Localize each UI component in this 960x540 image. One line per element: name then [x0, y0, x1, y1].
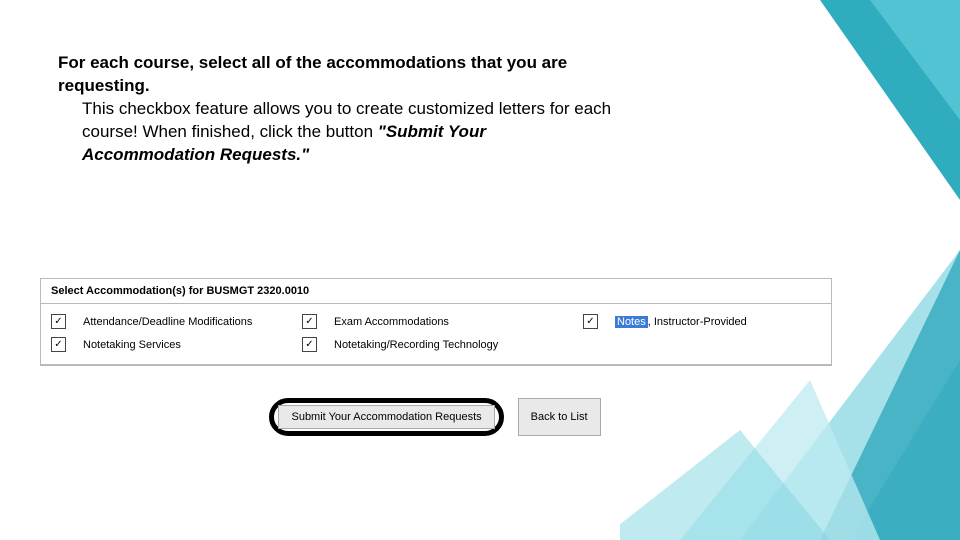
accommodations-grid: ✓ Attendance/Deadline Modifications ✓ Ex…: [41, 304, 831, 365]
label-notetaking: Notetaking Services: [83, 339, 288, 351]
button-row: Submit Your Accommodation Requests Back …: [40, 398, 830, 436]
checkbox-notetaking[interactable]: ✓: [51, 337, 66, 352]
panel-course-code: BUSMGT 2320.0010: [206, 285, 309, 297]
label-attendance: Attendance/Deadline Modifications: [83, 316, 288, 328]
instruction-body: This checkbox feature allows you to crea…: [82, 99, 611, 141]
instruction-text: For each course, select all of the accom…: [58, 52, 618, 167]
submit-highlight-ring: Submit Your Accommodation Requests: [269, 398, 503, 436]
label-notes-highlight: Notes: [615, 316, 648, 328]
label-recording: Notetaking/Recording Technology: [334, 339, 569, 351]
checkbox-attendance[interactable]: ✓: [51, 314, 66, 329]
label-exam: Exam Accommodations: [334, 316, 569, 328]
panel-header-prefix: Select Accommodation(s) for: [51, 285, 206, 297]
checkbox-notes-instructor[interactable]: ✓: [583, 314, 598, 329]
instruction-bold: For each course, select all of the accom…: [58, 53, 567, 95]
checkbox-recording[interactable]: ✓: [302, 337, 317, 352]
checkbox-exam[interactable]: ✓: [302, 314, 317, 329]
accommodations-panel: Select Accommodation(s) for BUSMGT 2320.…: [40, 278, 832, 366]
back-button[interactable]: Back to List: [518, 398, 601, 436]
label-notes-instructor: Notes, Instructor-Provided: [615, 316, 821, 328]
decorative-background: [620, 0, 960, 540]
submit-button[interactable]: Submit Your Accommodation Requests: [278, 405, 494, 429]
label-notes-rest: , Instructor-Provided: [648, 316, 747, 328]
panel-header: Select Accommodation(s) for BUSMGT 2320.…: [41, 279, 831, 304]
